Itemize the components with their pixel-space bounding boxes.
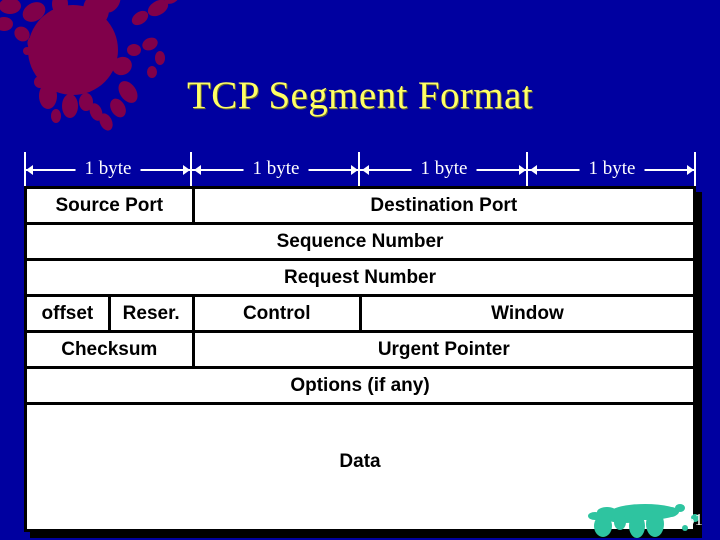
table-row: Source Port Destination Port (24, 186, 697, 225)
field-request-number: Request Number (24, 258, 696, 297)
field-window: Window (358, 294, 697, 333)
field-sequence-number: Sequence Number (24, 222, 696, 261)
arrow-right-icon (183, 165, 190, 175)
ruler-segment-1: 1 byte (24, 152, 192, 188)
table-row: Data (24, 402, 696, 532)
arrow-right-icon (687, 165, 694, 175)
ruler-label: 1 byte (75, 158, 141, 180)
arrow-right-icon (351, 165, 358, 175)
byte-ruler: 1 byte 1 byte 1 byte 1 byte (24, 152, 696, 188)
field-reserved: Reser. (107, 294, 195, 333)
arrow-right-icon (519, 165, 526, 175)
table-row: offset Reser. Control Window (24, 294, 697, 333)
arrow-left-icon (530, 165, 537, 175)
ruler-label: 1 byte (579, 158, 645, 180)
tcp-segment-diagram: Source Port Destination Port Sequence Nu… (24, 186, 697, 532)
field-data: Data (24, 402, 696, 532)
table-row: Options (if any) (24, 366, 696, 405)
field-options: Options (if any) (24, 366, 696, 405)
arrow-left-icon (26, 165, 33, 175)
field-urgent-pointer: Urgent Pointer (191, 330, 697, 369)
field-control: Control (191, 294, 362, 333)
ruler-segment-2: 1 byte (192, 152, 360, 188)
arrow-left-icon (194, 165, 201, 175)
ruler-segment-4: 1 byte (528, 152, 696, 188)
table-row: Request Number (24, 258, 696, 297)
ruler-segment-3: 1 byte (360, 152, 528, 188)
page-title: TCP Segment Format (187, 74, 533, 117)
page-number: 51 (686, 510, 703, 529)
ruler-label: 1 byte (243, 158, 309, 180)
field-checksum: Checksum (24, 330, 195, 369)
field-source-port: Source Port (24, 186, 195, 225)
slide-canvas: TCP Segment Format 1 byte 1 byte 1 byte (0, 0, 720, 540)
field-offset: offset (24, 294, 111, 333)
table-row: Checksum Urgent Pointer (24, 330, 697, 369)
arrow-left-icon (362, 165, 369, 175)
field-destination-port: Destination Port (191, 186, 697, 225)
ruler-label: 1 byte (411, 158, 477, 180)
table-row: Sequence Number (24, 222, 696, 261)
